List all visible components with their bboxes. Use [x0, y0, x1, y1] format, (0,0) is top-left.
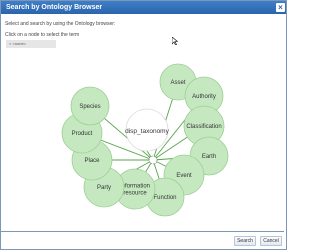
ontology-node-label: Earth: [202, 154, 216, 160]
ontology-node-label: Species: [79, 104, 100, 110]
ontology-node[interactable]: Species: [70, 86, 110, 126]
cancel-button[interactable]: Cancel: [260, 236, 282, 246]
ontology-node-label: Party: [97, 185, 111, 191]
root-node-label: disp_taxonomy: [125, 128, 169, 135]
ontology-node-label: resource: [123, 191, 147, 197]
ontology-node-label: Classification: [186, 124, 221, 130]
search-button[interactable]: Search: [234, 236, 256, 246]
root-node[interactable]: disp_taxonomy: [125, 108, 170, 152]
ontology-node-label: Event: [176, 173, 192, 179]
ontology-node-label: Information: [120, 184, 150, 190]
ontology-node-label: Product: [72, 131, 93, 137]
ontology-node-label: Authority: [192, 94, 216, 100]
ontology-node-label: Function: [153, 195, 176, 201]
ontology-node-label: Place: [84, 158, 100, 164]
mouse-cursor-icon: [171, 32, 179, 50]
hub-node: [148, 155, 158, 165]
ontology-node-label: Asset: [170, 80, 185, 86]
footer-divider: [1, 231, 284, 232]
ontology-graph: disp_taxonomy Asset Authority Classificati…: [61, 63, 229, 217]
